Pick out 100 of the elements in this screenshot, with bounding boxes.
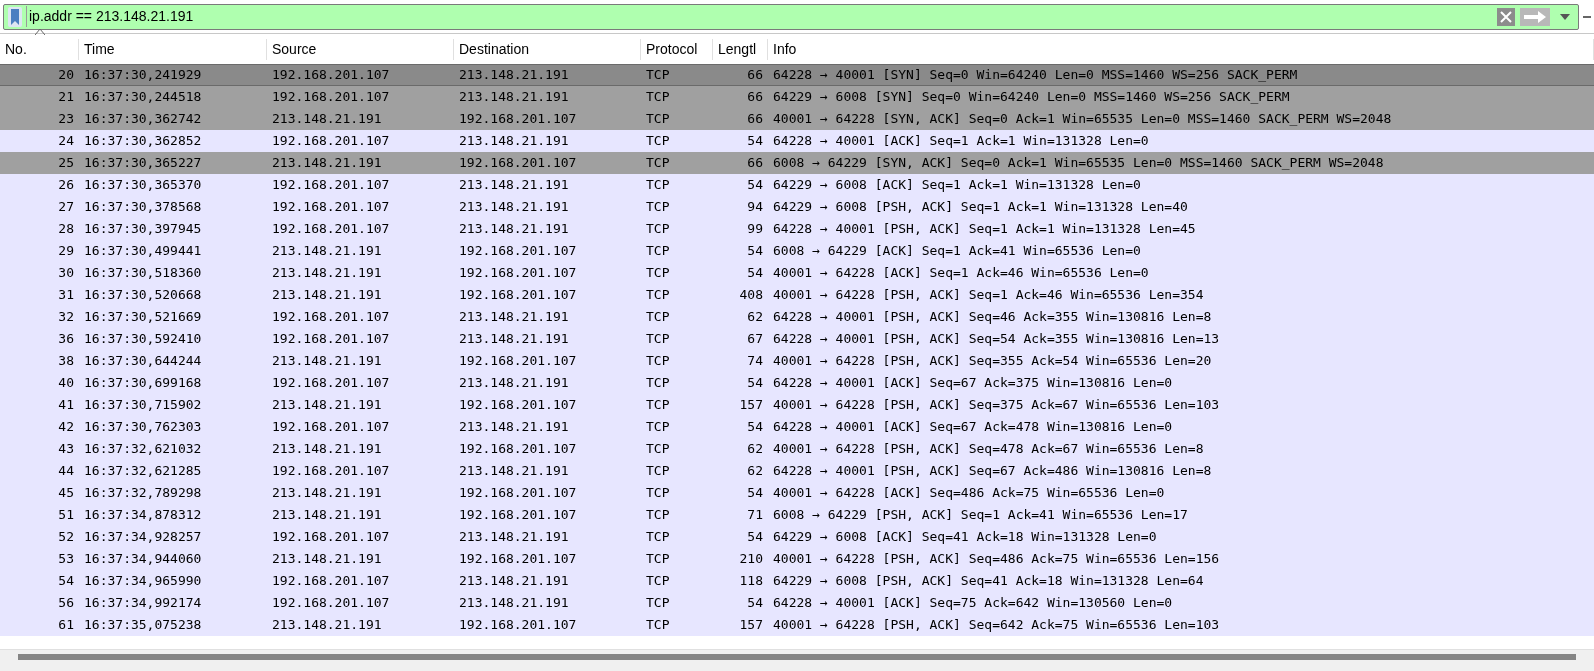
number-cell: 36: [58, 331, 74, 347]
filter-field[interactable]: ip.addr == 213.148.21.191: [3, 3, 1579, 30]
packet-row[interactable]: 28 16:37:30,397945 192.168.201.107 213.148.21.191 TCP 99 64228 → 40001 [PSH, ACK] Seq=1 Ack=1 Win=131328 Len=45: [0, 218, 1594, 240]
length-cell: 54: [747, 133, 763, 149]
number-cell: 42: [58, 419, 74, 435]
protocol-cell: TCP: [646, 463, 670, 479]
number-cell: 23: [58, 111, 74, 127]
info-cell: 64228 → 40001 [PSH, ACK] Seq=67 Ack=486 Win=130816 Len=8: [773, 463, 1212, 479]
number-cell: 26: [58, 177, 74, 193]
protocol-cell: TCP: [646, 89, 670, 105]
time-cell: 16:37:34,928257: [84, 529, 202, 545]
source-cell: 192.168.201.107: [272, 199, 390, 215]
info-cell: 40001 → 64228 [PSH, ACK] Seq=375 Ack=67 Win=65536 Len=103: [773, 397, 1220, 413]
source-cell: 192.168.201.107: [272, 67, 390, 83]
packet-row[interactable]: 36 16:37:30,592410 192.168.201.107 213.148.21.191 TCP 67 64228 → 40001 [PSH, ACK] Seq=54 Ack=355 Win=130816 Len=13: [0, 328, 1594, 350]
destination-cell: 192.168.201.107: [459, 617, 577, 633]
info-cell: 6008 → 64229 [PSH, ACK] Seq=1 Ack=41 Win=65536 Len=17: [773, 507, 1188, 523]
protocol-cell: TCP: [646, 419, 670, 435]
length-header[interactable]: Lengtl: [718, 39, 762, 60]
length-cell: 66: [747, 89, 763, 105]
dropdown-caret-icon[interactable]: [1560, 13, 1570, 20]
info-cell: 40001 → 64228 [ACK] Seq=1 Ack=46 Win=65536 Len=0: [773, 265, 1149, 281]
length-cell: 118: [739, 573, 763, 589]
protocol-cell: TCP: [646, 595, 670, 611]
destination-cell: 192.168.201.107: [459, 551, 577, 567]
packet-row[interactable]: 21 16:37:30,244518 192.168.201.107 213.148.21.191 TCP 66 64229 → 6008 [SYN] Seq=0 Win=64240 Len=0 MSS=1460 WS=256 SACK_PERM: [0, 86, 1594, 108]
packet-row[interactable]: 51 16:37:34,878312 213.148.21.191 192.168.201.107 TCP 71 6008 → 64229 [PSH, ACK] Seq=1 Ack=41 Win=65536 Len=17: [0, 504, 1594, 526]
packet-row[interactable]: 30 16:37:30,518360 213.148.21.191 192.168.201.107 TCP 54 40001 → 64228 [ACK] Seq=1 Ack=46 Win=65536 Len=0: [0, 262, 1594, 284]
packet-row[interactable]: 53 16:37:34,944060 213.148.21.191 192.168.201.107 TCP 210 40001 → 64228 [PSH, ACK] Seq=486 Ack=75 Win=65536 Len=156: [0, 548, 1594, 570]
info-cell: 64229 → 6008 [PSH, ACK] Seq=1 Ack=1 Win=131328 Len=40: [773, 199, 1188, 215]
protocol-header[interactable]: Protocol: [646, 39, 707, 60]
packet-row[interactable]: 41 16:37:30,715902 213.148.21.191 192.168.201.107 TCP 157 40001 → 64228 [PSH, ACK] Seq=375 Ack=67 Win=65536 Len=103: [0, 394, 1594, 416]
destination-cell: 213.148.21.191: [459, 463, 569, 479]
source-header[interactable]: Source: [272, 39, 448, 60]
packet-row[interactable]: 24 16:37:30,362852 192.168.201.107 213.148.21.191 TCP 54 64228 → 40001 [ACK] Seq=1 Ack=1 Win=131328 Len=0: [0, 130, 1594, 152]
length-cell: 157: [739, 617, 763, 633]
source-cell: 213.148.21.191: [272, 353, 382, 369]
packet-row[interactable]: 61 16:37:35,075238 213.148.21.191 192.168.201.107 TCP 157 40001 → 64228 [PSH, ACK] Seq=642 Ack=75 Win=65536 Len=103: [0, 614, 1594, 636]
number-cell: 31: [58, 287, 74, 303]
info-cell: 64229 → 6008 [ACK] Seq=1 Ack=1 Win=131328 Len=0: [773, 177, 1141, 193]
length-cell: 210: [739, 551, 763, 567]
number-cell: 61: [58, 617, 74, 633]
source-cell: 213.148.21.191: [272, 155, 382, 171]
info-cell: 64228 → 40001 [ACK] Seq=67 Ack=478 Win=130816 Len=0: [773, 419, 1173, 435]
source-cell: 213.148.21.191: [272, 507, 382, 523]
time-cell: 16:37:34,944060: [84, 551, 202, 567]
length-cell: 408: [739, 287, 763, 303]
destination-cell: 213.148.21.191: [459, 309, 569, 325]
source-cell: 213.148.21.191: [272, 441, 382, 457]
horizontal-scrollbar[interactable]: [18, 654, 1576, 660]
info-cell: 64229 → 6008 [PSH, ACK] Seq=41 Ack=18 Win=131328 Len=64: [773, 573, 1204, 589]
length-cell: 66: [747, 111, 763, 127]
packet-row[interactable]: 20 16:37:30,241929 192.168.201.107 213.148.21.191 TCP 66 64228 → 40001 [SYN] Seq=0 Win=64240 Len=0 MSS=1460 WS=256 SACK_PERM: [0, 64, 1594, 86]
filter-input[interactable]: ip.addr == 213.148.21.191: [26, 6, 1494, 27]
packet-row[interactable]: 31 16:37:30,520668 213.148.21.191 192.168.201.107 TCP 408 40001 → 64228 [PSH, ACK] Seq=1 Ack=46 Win=65536 Len=354: [0, 284, 1594, 306]
bookmark-icon[interactable]: [8, 6, 22, 27]
packet-row[interactable]: 40 16:37:30,699168 192.168.201.107 213.148.21.191 TCP 54 64228 → 40001 [ACK] Seq=67 Ack=375 Win=130816 Len=0: [0, 372, 1594, 394]
protocol-cell: TCP: [646, 507, 670, 523]
length-cell: 67: [747, 331, 763, 347]
clear-icon[interactable]: [1496, 6, 1516, 27]
packet-row[interactable]: 23 16:37:30,362742 213.148.21.191 192.168.201.107 TCP 66 40001 → 64228 [SYN, ACK] Seq=0 Ack=1 Win=65535 Len=0 MSS=1460 SACK_PERM WS=2048: [0, 108, 1594, 130]
packet-row[interactable]: 54 16:37:34,965990 192.168.201.107 213.148.21.191 TCP 118 64229 → 6008 [PSH, ACK] Seq=41 Ack=18 Win=131328 Len=64: [0, 570, 1594, 592]
time-cell: 16:37:30,520668: [84, 287, 202, 303]
destination-cell: 192.168.201.107: [459, 353, 577, 369]
info-cell: 40001 → 64228 [SYN, ACK] Seq=0 Ack=1 Win=65535 Len=0 MSS=1460 SACK_PERM WS=2048: [773, 111, 1392, 127]
source-cell: 192.168.201.107: [272, 419, 390, 435]
destination-cell: 213.148.21.191: [459, 221, 569, 237]
packet-row[interactable]: 29 16:37:30,499441 213.148.21.191 192.168.201.107 TCP 54 6008 → 64229 [ACK] Seq=1 Ack=41 Win=65536 Len=0: [0, 240, 1594, 262]
destination-header[interactable]: Destination: [459, 39, 635, 60]
protocol-cell: TCP: [646, 331, 670, 347]
packet-row[interactable]: 56 16:37:34,992174 192.168.201.107 213.148.21.191 TCP 54 64228 → 40001 [ACK] Seq=75 Ack=642 Win=130560 Len=0: [0, 592, 1594, 614]
protocol-cell: TCP: [646, 111, 670, 127]
destination-cell: 213.148.21.191: [459, 419, 569, 435]
info-cell: 64229 → 6008 [SYN] Seq=0 Win=64240 Len=0 MSS=1460 WS=256 SACK_PERM: [773, 89, 1290, 105]
packet-row[interactable]: 25 16:37:30,365227 213.148.21.191 192.168.201.107 TCP 66 6008 → 64229 [SYN, ACK] Seq=0 Ack=1 Win=65535 Len=0 MSS=1460 SACK_PERM WS=2048: [0, 152, 1594, 174]
info-header[interactable]: Info: [773, 39, 1588, 60]
destination-cell: 192.168.201.107: [459, 111, 577, 127]
length-cell: 94: [747, 199, 763, 215]
number-cell: 38: [58, 353, 74, 369]
protocol-cell: TCP: [646, 397, 670, 413]
time-header[interactable]: Time: [84, 39, 261, 60]
info-cell: 40001 → 64228 [PSH, ACK] Seq=355 Ack=54 Win=65536 Len=20: [773, 353, 1212, 369]
packet-row[interactable]: 42 16:37:30,762303 192.168.201.107 213.148.21.191 TCP 54 64228 → 40001 [ACK] Seq=67 Ack=478 Win=130816 Len=0: [0, 416, 1594, 438]
packet-row[interactable]: 52 16:37:34,928257 192.168.201.107 213.148.21.191 TCP 54 64229 → 6008 [ACK] Seq=41 Ack=18 Win=131328 Len=0: [0, 526, 1594, 548]
packet-row[interactable]: 32 16:37:30,521669 192.168.201.107 213.148.21.191 TCP 62 64228 → 40001 [PSH, ACK] Seq=46 Ack=355 Win=130816 Len=8: [0, 306, 1594, 328]
packet-row[interactable]: 43 16:37:32,621032 213.148.21.191 192.168.201.107 TCP 62 40001 → 64228 [PSH, ACK] Seq=478 Ack=67 Win=65536 Len=8: [0, 438, 1594, 460]
length-cell: 66: [747, 155, 763, 171]
length-cell: 54: [747, 419, 763, 435]
info-cell: 40001 → 64228 [PSH, ACK] Seq=1 Ack=46 Win=65536 Len=354: [773, 287, 1204, 303]
packet-row[interactable]: 38 16:37:30,644244 213.148.21.191 192.168.201.107 TCP 74 40001 → 64228 [PSH, ACK] Seq=355 Ack=54 Win=65536 Len=20: [0, 350, 1594, 372]
number-cell: 43: [58, 441, 74, 457]
packet-row[interactable]: 26 16:37:30,365370 192.168.201.107 213.148.21.191 TCP 54 64229 → 6008 [ACK] Seq=1 Ack=1 Win=131328 Len=0: [0, 174, 1594, 196]
info-cell: 64228 → 40001 [PSH, ACK] Seq=46 Ack=355 Win=130816 Len=8: [773, 309, 1212, 325]
protocol-cell: TCP: [646, 617, 670, 633]
packet-row[interactable]: 45 16:37:32,789298 213.148.21.191 192.168.201.107 TCP 54 40001 → 64228 [ACK] Seq=486 Ack=75 Win=65536 Len=0: [0, 482, 1594, 504]
packet-row[interactable]: 27 16:37:30,378568 192.168.201.107 213.148.21.191 TCP 94 64229 → 6008 [PSH, ACK] Seq=1 Ack=1 Win=131328 Len=40: [0, 196, 1594, 218]
number-header[interactable]: No.: [5, 39, 73, 60]
time-cell: 16:37:30,365227: [84, 155, 202, 171]
packet-row[interactable]: 44 16:37:32,621285 192.168.201.107 213.148.21.191 TCP 62 64228 → 40001 [PSH, ACK] Seq=67 Ack=486 Win=130816 Len=8: [0, 460, 1594, 482]
source-cell: 192.168.201.107: [272, 133, 390, 149]
